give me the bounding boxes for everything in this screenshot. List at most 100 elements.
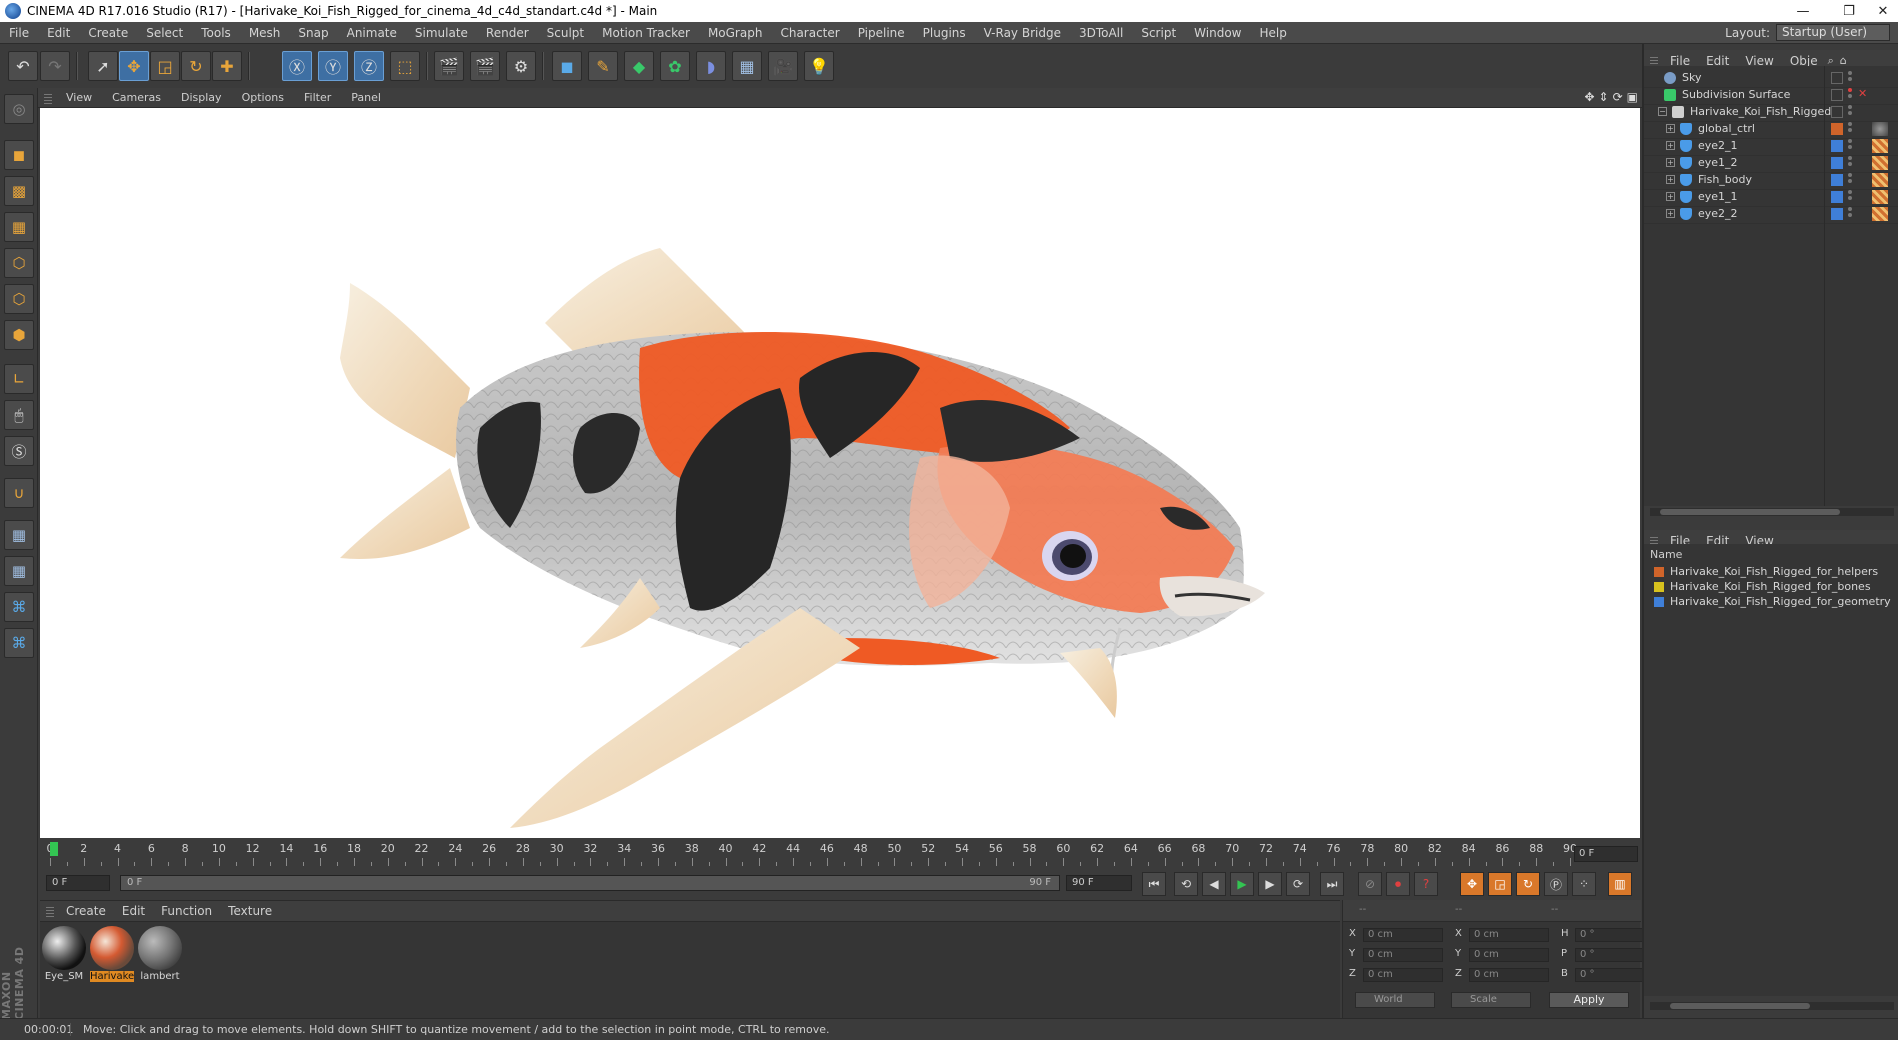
light-icon[interactable]: 💡 xyxy=(804,51,834,81)
subdivision-generator-icon[interactable]: ◆ xyxy=(624,51,654,81)
timeline-window-icon[interactable]: ▥ xyxy=(1608,872,1632,896)
deformer-icon[interactable]: ◗ xyxy=(696,51,726,81)
visibility-dots-icon[interactable] xyxy=(1848,71,1852,85)
coord-size-y[interactable]: 0 cm xyxy=(1469,948,1549,962)
material-lambert[interactable]: lambert xyxy=(138,926,182,982)
disabled-icon[interactable]: ✕ xyxy=(1858,87,1867,100)
material-harivake[interactable]: Harivake xyxy=(90,926,134,982)
material-menu-create[interactable]: Create xyxy=(58,904,114,918)
axis-mode-icon[interactable]: ∟ xyxy=(4,364,34,394)
coord-position-x[interactable]: 0 cm xyxy=(1363,928,1443,942)
layer-tag-icon[interactable] xyxy=(1831,123,1843,135)
workplane-mode-icon[interactable]: ▦ xyxy=(4,212,34,242)
expand-toggle-icon[interactable]: + xyxy=(1666,141,1675,150)
coord-position-z[interactable]: 0 cm xyxy=(1363,968,1443,982)
play-forward-icon[interactable]: ▶ xyxy=(1230,872,1254,896)
model-mode-icon[interactable]: ◼ xyxy=(4,140,34,170)
coord-mode-scale-dropdown[interactable]: Scale xyxy=(1451,992,1531,1008)
autokey-icon[interactable]: ? xyxy=(1414,872,1438,896)
expand-toggle-icon[interactable]: − xyxy=(1658,107,1667,116)
panel-grip-icon[interactable] xyxy=(1650,54,1658,67)
key-pla-icon[interactable]: ⁘ xyxy=(1572,872,1596,896)
texture-mode-icon[interactable]: ▩ xyxy=(4,176,34,206)
close-button[interactable]: ✕ xyxy=(1860,0,1898,22)
key-position-icon[interactable]: ✥ xyxy=(1460,872,1484,896)
end-frame-field[interactable]: 90 F xyxy=(1066,875,1132,891)
undo-icon[interactable]: ↶ xyxy=(8,51,38,81)
coord-position-y[interactable]: 0 cm xyxy=(1363,948,1443,962)
layer-tag-icon[interactable] xyxy=(1831,106,1843,118)
material-menu-texture[interactable]: Texture xyxy=(220,904,280,918)
menu-pipeline[interactable]: Pipeline xyxy=(849,26,914,40)
layout-dropdown[interactable]: Startup (User) xyxy=(1776,24,1890,41)
next-key-icon[interactable]: ⟳ xyxy=(1286,872,1310,896)
key-rotation-icon[interactable]: ↻ xyxy=(1516,872,1540,896)
visibility-dots-icon[interactable] xyxy=(1848,156,1852,170)
viewport-menu-panel[interactable]: Panel xyxy=(341,91,391,104)
layer-tag-icon[interactable] xyxy=(1831,89,1843,101)
coord-rotation-p[interactable]: 0 ° xyxy=(1575,948,1645,962)
live-selection-icon[interactable]: ➚ xyxy=(88,51,118,81)
viewport-menu-filter[interactable]: Filter xyxy=(294,91,341,104)
menu-mograph[interactable]: MoGraph xyxy=(699,26,772,40)
expand-toggle-icon[interactable]: + xyxy=(1666,192,1675,201)
apply-button[interactable]: Apply xyxy=(1549,992,1629,1008)
menu-render[interactable]: Render xyxy=(477,26,538,40)
recent-tool-icon[interactable]: ✚ xyxy=(212,51,242,81)
key-scale-icon[interactable]: ◲ xyxy=(1488,872,1512,896)
object-list-scrollbar[interactable] xyxy=(1650,508,1894,516)
menu-character[interactable]: Character xyxy=(771,26,848,40)
layer-row-geometry[interactable]: Harivake_Koi_Fish_Rigged_for_geometry xyxy=(1654,594,1891,609)
viewport-rotate-icon[interactable]: ⟳ xyxy=(1613,90,1623,104)
menu-edit[interactable]: Edit xyxy=(38,26,79,40)
points-mode-icon[interactable]: ⬡ xyxy=(4,248,34,278)
3d-viewport[interactable] xyxy=(40,108,1640,838)
weight-tag-icon[interactable] xyxy=(1872,173,1888,187)
material-menu-edit[interactable]: Edit xyxy=(114,904,153,918)
visibility-dots-icon[interactable] xyxy=(1848,207,1852,221)
menu-window[interactable]: Window xyxy=(1185,26,1250,40)
menu-motion-tracker[interactable]: Motion Tracker xyxy=(593,26,699,40)
menu-simulate[interactable]: Simulate xyxy=(406,26,477,40)
edges-mode-icon[interactable]: ⬡ xyxy=(4,284,34,314)
coordinate-system-icon[interactable]: ⬚ xyxy=(390,51,420,81)
menu-select[interactable]: Select xyxy=(137,26,192,40)
visibility-dots-icon[interactable] xyxy=(1848,88,1852,102)
object-row-eye2-2[interactable]: + eye2_2 xyxy=(1644,204,1898,224)
cloner-icon[interactable]: ✿ xyxy=(660,51,690,81)
key-parameter-icon[interactable]: Ⓟ xyxy=(1544,872,1568,896)
timeline-ruler[interactable]: 0246810121416182022242628303234363840424… xyxy=(40,838,1640,868)
scrollbar-thumb[interactable] xyxy=(1660,509,1840,515)
expand-toggle-icon[interactable]: + xyxy=(1666,158,1675,167)
render-to-picture-viewer-icon[interactable]: 🎬 xyxy=(470,51,500,81)
visibility-dots-icon[interactable] xyxy=(1848,173,1852,187)
viewport-menu-view[interactable]: View xyxy=(56,91,102,104)
layer-tag-icon[interactable] xyxy=(1831,140,1843,152)
weight-tag-icon[interactable] xyxy=(1872,190,1888,204)
viewport-menu-options[interactable]: Options xyxy=(232,91,294,104)
move-tool-icon[interactable]: ✥ xyxy=(119,51,149,81)
expand-toggle-icon[interactable]: + xyxy=(1666,124,1675,133)
record-position-icon[interactable]: ⊘ xyxy=(1358,872,1382,896)
polygons-mode-icon[interactable]: ⬢ xyxy=(4,320,34,350)
weight-tag-icon[interactable] xyxy=(1872,207,1888,221)
viewport-menu-cameras[interactable]: Cameras xyxy=(102,91,171,104)
scale-tool-icon[interactable]: ◲ xyxy=(150,51,180,81)
menu-help[interactable]: Help xyxy=(1250,26,1295,40)
menu-vray-bridge[interactable]: V-Ray Bridge xyxy=(975,26,1070,40)
menu-plugins[interactable]: Plugins xyxy=(914,26,975,40)
layer-tag-icon[interactable] xyxy=(1831,72,1843,84)
layer-tag-icon[interactable] xyxy=(1831,208,1843,220)
pen-spline-icon[interactable]: ✎ xyxy=(588,51,618,81)
menu-mesh[interactable]: Mesh xyxy=(240,26,290,40)
layer-row-bones[interactable]: Harivake_Koi_Fish_Rigged_for_bones xyxy=(1654,579,1871,594)
camera-icon[interactable]: 🎥 xyxy=(768,51,798,81)
material-tag-icon[interactable] xyxy=(1872,122,1888,136)
viewport-maximize-icon[interactable]: ▣ xyxy=(1627,90,1638,104)
y-axis-lock-icon[interactable]: Ⓨ xyxy=(318,51,348,81)
menu-file[interactable]: File xyxy=(0,26,38,40)
timeline-frame-field[interactable]: 0 F xyxy=(1574,846,1638,862)
visibility-dots-icon[interactable] xyxy=(1848,190,1852,204)
weight-tag-icon[interactable] xyxy=(1872,156,1888,170)
timeline-cursor[interactable] xyxy=(50,842,58,856)
